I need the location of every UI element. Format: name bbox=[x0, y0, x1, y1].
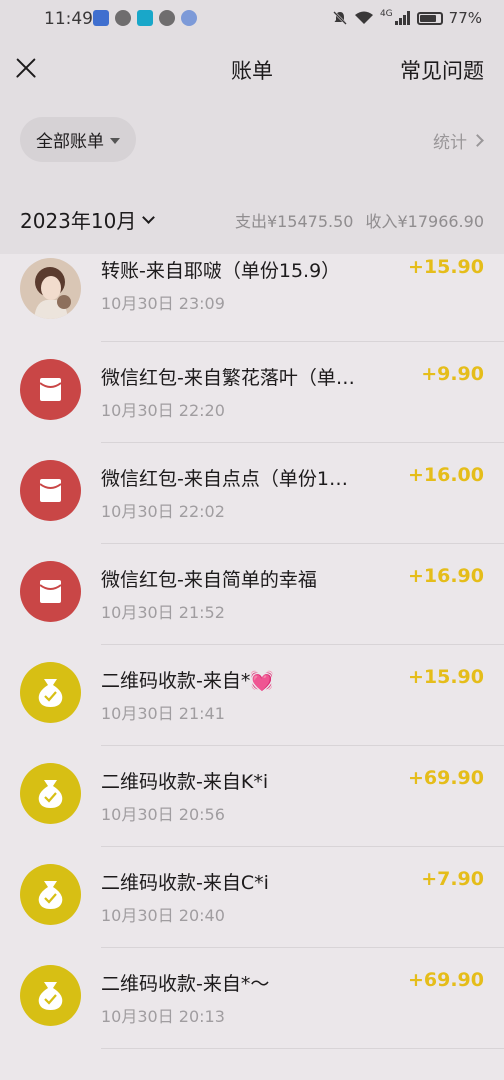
transaction-time: 10月30日 21:52 bbox=[101, 603, 225, 622]
transaction-amount: +15.90 bbox=[407, 666, 484, 688]
filter-label: 全部账单 bbox=[36, 132, 104, 152]
transaction-time: 10月30日 20:40 bbox=[101, 906, 225, 925]
transaction-time: 10月30日 21:41 bbox=[101, 704, 225, 723]
transaction-row[interactable]: 二维码收款-来自K*i 10月30日 20:56 +69.90 bbox=[0, 746, 504, 847]
transaction-description: 二维码收款-来自K*i bbox=[101, 771, 269, 793]
transaction-row[interactable]: 微信红包-来自点点（单份1… 10月30日 22:02 +16.00 bbox=[0, 443, 504, 544]
chevron-right-icon bbox=[471, 134, 484, 147]
transaction-description: 转账-来自耶啵（单份15.9） bbox=[101, 260, 341, 282]
transaction-list: 转账-来自耶啵（单份15.9） 10月30日 23:09 +15.90 微信红包… bbox=[0, 254, 504, 1080]
transaction-description: 二维码收款-来自C*i bbox=[101, 872, 269, 894]
header-area: 11:49 4G 77% 账单 常见问题 全部账单 统计 2023年10月 支出 bbox=[0, 0, 504, 254]
search-app-icon bbox=[137, 10, 153, 26]
signal-icon bbox=[394, 11, 410, 25]
transaction-description: 微信红包-来自点点（单份1… bbox=[101, 468, 348, 490]
expense-total: 支出¥15475.50 bbox=[234, 212, 354, 231]
transaction-row[interactable]: 二维码收款-来自C*i 10月30日 20:40 +7.90 bbox=[0, 847, 504, 948]
battery-icon bbox=[416, 11, 443, 25]
transaction-time: 10月30日 20:13 bbox=[101, 1007, 225, 1026]
transaction-amount: +15.90 bbox=[407, 256, 484, 278]
transaction-time: 10月30日 22:02 bbox=[101, 502, 225, 521]
caret-down-icon bbox=[110, 137, 120, 144]
transaction-row[interactable]: 微信红包-来自繁花落叶（单… 10月30日 22:20 +9.90 bbox=[0, 342, 504, 443]
transaction-amount: +69.90 bbox=[407, 767, 484, 789]
red-packet-icon bbox=[20, 561, 81, 622]
stats-label: 统计 bbox=[433, 133, 467, 153]
month-summary: 支出¥15475.50 收入¥17966.90 bbox=[235, 208, 484, 232]
money-bag-icon bbox=[20, 763, 81, 824]
transaction-time: 10月30日 23:09 bbox=[101, 294, 225, 313]
red-packet-icon bbox=[20, 460, 81, 521]
transaction-amount: +16.90 bbox=[407, 565, 484, 587]
wechat-icon bbox=[159, 10, 175, 26]
app-notification-icon bbox=[93, 10, 109, 26]
red-packet-icon bbox=[20, 359, 81, 420]
income-total: 收入¥17966.90 bbox=[365, 212, 484, 231]
transaction-time: 10月30日 22:20 bbox=[101, 401, 225, 420]
transaction-row[interactable]: 二维码收款-来自*💓 10月30日 21:41 +15.90 bbox=[0, 645, 504, 746]
transaction-amount: +16.00 bbox=[407, 464, 484, 486]
transaction-row[interactable]: 转账-来自耶啵（单份15.9） 10月30日 23:09 +15.90 bbox=[0, 254, 504, 342]
bill-filter-button[interactable]: 全部账单 bbox=[20, 117, 136, 162]
money-bag-icon bbox=[20, 662, 81, 723]
money-bag-icon bbox=[20, 864, 81, 925]
wifi-icon bbox=[354, 11, 373, 24]
month-label: 2023年10月 bbox=[20, 209, 137, 233]
transaction-description: 微信红包-来自繁花落叶（单… bbox=[101, 367, 355, 389]
mute-bell-icon bbox=[333, 11, 347, 25]
avatar bbox=[20, 258, 81, 319]
transaction-description: 二维码收款-来自*～ bbox=[101, 973, 270, 995]
month-selector[interactable]: 2023年10月 bbox=[20, 205, 156, 234]
wechat-icon bbox=[115, 10, 131, 26]
notification-icons bbox=[93, 10, 197, 26]
transaction-amount: +9.90 bbox=[421, 363, 484, 385]
stats-link[interactable]: 统计 bbox=[433, 128, 484, 153]
transaction-row[interactable]: 二维码收款-来自*～ 10月30日 20:13 +69.90 bbox=[0, 948, 504, 1049]
money-bag-icon bbox=[20, 965, 81, 1026]
chevron-down-icon bbox=[142, 210, 156, 224]
status-bar: 11:49 4G 77% bbox=[0, 0, 504, 38]
transaction-amount: +69.90 bbox=[407, 969, 484, 991]
transaction-description: 微信红包-来自简单的幸福 bbox=[101, 569, 317, 591]
faq-link[interactable]: 常见问题 bbox=[400, 55, 484, 85]
transaction-description: 二维码收款-来自*💓 bbox=[101, 670, 275, 692]
transaction-time: 10月30日 20:56 bbox=[101, 805, 225, 824]
browser-icon bbox=[181, 10, 197, 26]
transaction-row[interactable]: 微信红包-来自简单的幸福 10月30日 21:52 +16.90 bbox=[0, 544, 504, 645]
system-indicators: 4G 77% bbox=[332, 9, 482, 27]
network-type: 4G bbox=[379, 9, 393, 19]
battery-percent: 77% bbox=[448, 9, 482, 27]
status-time: 11:49 bbox=[44, 9, 93, 29]
divider bbox=[101, 1048, 504, 1049]
transaction-amount: +7.90 bbox=[421, 868, 484, 890]
